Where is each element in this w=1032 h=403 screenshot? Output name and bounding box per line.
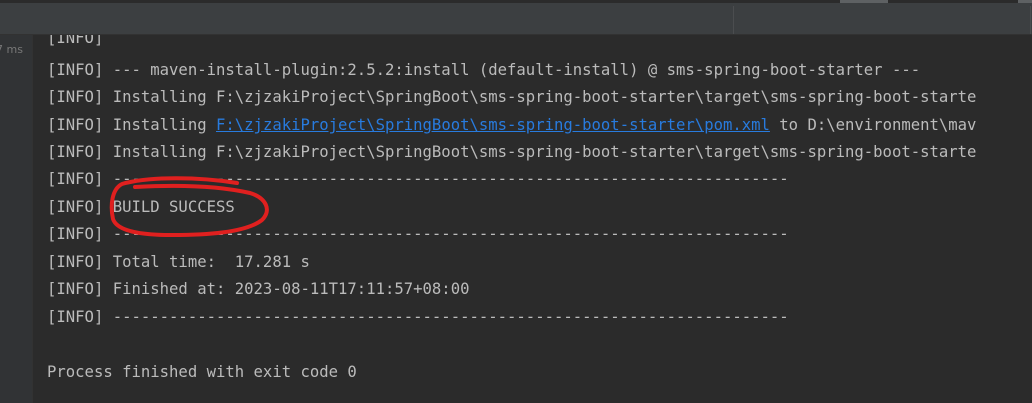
console-line: [INFO] Installing F:\zjzakiProject\Sprin… [47, 88, 977, 106]
console-output[interactable]: [INFO] [INFO] --- maven-install-plugin:2… [47, 35, 1032, 403]
console-line-finished-at: [INFO] Finished at: 2023-08-11T17:11:57+… [47, 280, 470, 298]
console-line-exit-code: Process finished with exit code 0 [47, 363, 357, 381]
console-line: [INFO] ---------------------------------… [47, 170, 789, 188]
console-gutter: 7 ms [0, 35, 33, 403]
toolbar-separator-right [1030, 6, 1031, 34]
console-line-prefix: [INFO] Installing [47, 116, 216, 134]
console-line: [INFO] Installing F:\zjzakiProject\Sprin… [47, 143, 977, 161]
console-line: [INFO] --- maven-install-plugin:2.5.2:in… [47, 61, 921, 79]
console-line: [INFO] ---------------------------------… [47, 225, 789, 243]
toolbar-separator [733, 6, 734, 34]
tool-window-toolbar [0, 0, 1032, 35]
console-line-build-success: [INFO] BUILD SUCCESS [47, 198, 235, 216]
console-line-pom-install: [INFO] Installing F:\zjzakiProject\Sprin… [47, 115, 976, 135]
console-line-total-time: [INFO] Total time: 17.281 s [47, 253, 310, 271]
console-line-suffix: to D:\environment\mav [769, 116, 977, 134]
console-line: [INFO] [47, 35, 104, 47]
toolbar-tab-marker-right [1018, 0, 1032, 3]
pom-file-link[interactable]: F:\zjzakiProject\SpringBoot\sms-spring-b… [216, 116, 770, 134]
console-line: [INFO] ---------------------------------… [47, 308, 789, 326]
duration-label: 7 ms [0, 43, 23, 56]
toolbar-tab-marker [840, 0, 888, 3]
